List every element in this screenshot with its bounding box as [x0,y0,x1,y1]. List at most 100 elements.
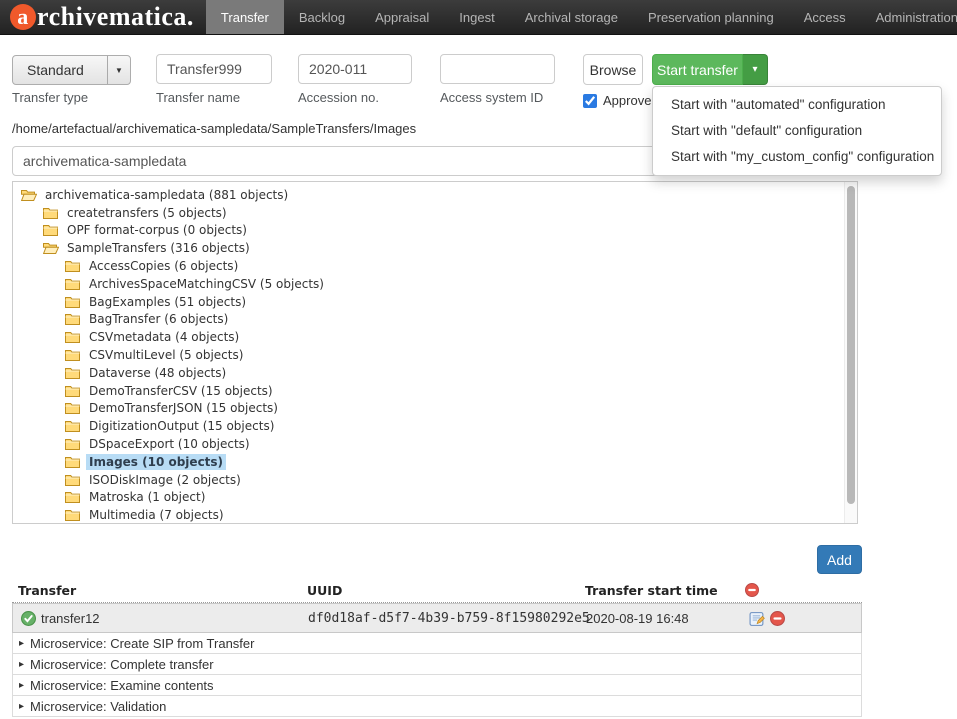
tab-archival-storage[interactable]: Archival storage [510,0,633,34]
tree-scrollbar-thumb[interactable] [847,186,855,504]
folder-icon [43,207,59,219]
tab-preservation-planning[interactable]: Preservation planning [633,0,789,34]
menu-item-automated[interactable]: Start with "automated" configuration [653,92,941,118]
folder-icon [65,438,81,450]
expand-triangle-icon: ▸ [19,701,24,712]
start-transfer-button[interactable]: Start transfer [652,54,743,85]
microservice-row-validation[interactable]: ▸ Microservice: Validation [12,696,862,717]
tab-appraisal[interactable]: Appraisal [360,0,444,34]
tab-ingest[interactable]: Ingest [444,0,509,34]
transfer-uuid: df0d18af-d5f7-4b39-b759-8f15980292e5 [308,611,590,626]
start-transfer-split-button: Start transfer ▾ [652,54,768,85]
approve-checkbox[interactable] [583,94,597,108]
tree-item-label: DemoTransferJSON (15 objects) [86,400,281,416]
microservice-label: Microservice: Validation [30,699,166,714]
expand-triangle-icon: ▸ [19,659,24,670]
tree-item[interactable]: OPF format-corpus (0 objects) [13,222,857,240]
folder-icon [65,509,81,521]
microservice-row-create-sip[interactable]: ▸ Microservice: Create SIP from Transfer [12,633,862,654]
transfer-name-label: Transfer name [156,90,240,105]
tree-item[interactable]: Dataverse (48 objects) [13,364,857,382]
remove-transfer-icon[interactable] [770,611,785,631]
folder-icon [65,491,81,503]
tree-item[interactable]: Multimedia (7 objects) [13,506,857,524]
folder-icon [65,402,81,414]
tab-access[interactable]: Access [789,0,861,34]
logo-text: rchivematica. [37,2,194,32]
tree-item-selected[interactable]: Images (10 objects) [13,453,857,471]
tree-item[interactable]: AccessCopies (6 objects) [13,257,857,275]
folder-icon [65,474,81,486]
tree-item[interactable]: SampleTransfers (316 objects) [13,239,857,257]
tree-item[interactable]: archivematica-sampledata (881 objects) [13,186,857,204]
add-button[interactable]: Add [817,545,862,574]
transfer-name[interactable]: transfer12 [41,611,100,626]
tree-item-label: BagTransfer (6 objects) [86,311,231,327]
tab-transfer[interactable]: Transfer [206,0,284,34]
folder-icon [65,313,81,325]
folder-icon [43,224,59,236]
tree-item-label: Multimedia (7 objects) [86,507,227,523]
tree-item-label: Images (10 objects) [86,454,226,470]
caret-down-icon: ▾ [752,64,757,75]
tree-item[interactable]: CSVmultiLevel (5 objects) [13,346,857,364]
transfer-row: transfer12 df0d18af-d5f7-4b39-b759-8f159… [12,603,862,633]
folder-icon [65,349,81,361]
browse-button[interactable]: Browse [583,54,643,85]
accession-no-label: Accession no. [298,90,379,105]
tree-item-label: Dataverse (48 objects) [86,365,229,381]
tree-item[interactable]: DemoTransferCSV (15 objects) [13,382,857,400]
tree-item[interactable]: createtransfers (5 objects) [13,204,857,222]
tree-item[interactable]: DSpaceExport (10 objects) [13,435,857,453]
menu-item-custom-config[interactable]: Start with "my_custom_config" configurat… [653,144,941,170]
start-transfer-caret-button[interactable]: ▾ [743,54,768,85]
status-complete-icon [21,611,36,631]
transfer-start-time: 2020-08-19 16:48 [586,611,689,626]
tree-item-label: ArchivesSpaceMatchingCSV (5 objects) [86,276,327,292]
tree-item[interactable]: BagExamples (51 objects) [13,293,857,311]
tree-item-label: CSVmetadata (4 objects) [86,329,242,345]
transfer-type-label: Transfer type [12,90,88,105]
archivematica-logo[interactable]: archivematica. [0,0,206,34]
selected-path-text: /home/artefactual/archivematica-sampleda… [12,121,416,136]
tree-item[interactable]: DigitizationOutput (15 objects) [13,417,857,435]
transfer-table-header: Transfer UUID Transfer start time [12,581,862,603]
folder-open-icon [21,189,37,201]
tree-item[interactable]: ArchivesSpaceMatchingCSV (5 objects) [13,275,857,293]
expand-triangle-icon: ▸ [19,638,24,649]
column-header-start-time: Transfer start time [585,583,718,598]
tree-item[interactable]: BagTransfer (6 objects) [13,311,857,329]
tree-item[interactable]: ISODiskImage (2 objects) [13,471,857,489]
transfer-type-value: Standard [13,62,107,78]
accession-no-input[interactable] [298,54,412,84]
microservice-row-complete-transfer[interactable]: ▸ Microservice: Complete transfer [12,654,862,675]
microservice-row-examine-contents[interactable]: ▸ Microservice: Examine contents [12,675,862,696]
folder-icon [65,296,81,308]
tree-item[interactable]: Matroska (1 object) [13,489,857,507]
microservice-label: Microservice: Examine contents [30,678,214,693]
transfer-type-select[interactable]: Standard ▼ [12,55,131,85]
tree-item-label: SampleTransfers (316 objects) [64,240,253,256]
access-system-id-label: Access system ID [440,90,543,105]
tree-item-label: Matroska (1 object) [86,489,208,505]
tree-item[interactable]: DemoTransferJSON (15 objects) [13,400,857,418]
transfer-name-input[interactable] [156,54,272,84]
folder-icon [65,456,81,468]
tab-administration[interactable]: Administration [861,0,957,34]
column-header-uuid: UUID [307,583,342,598]
folder-icon [65,420,81,432]
tab-backlog[interactable]: Backlog [284,0,360,34]
menu-item-default[interactable]: Start with "default" configuration [653,118,941,144]
edit-metadata-icon[interactable] [749,611,765,632]
tree-item-label: DigitizationOutput (15 objects) [86,418,277,434]
tree-item-label: DSpaceExport (10 objects) [86,436,253,452]
approve-checkbox-row: Approve a [583,93,662,108]
tree-item-label: OPF format-corpus (0 objects) [64,222,250,238]
folder-icon [65,260,81,272]
access-system-id-input[interactable] [440,54,555,84]
folder-open-icon [43,242,59,254]
remove-all-icon[interactable] [745,583,759,600]
column-header-transfer: Transfer [18,583,76,598]
tree-item-label: DemoTransferCSV (15 objects) [86,383,276,399]
tree-item[interactable]: CSVmetadata (4 objects) [13,328,857,346]
